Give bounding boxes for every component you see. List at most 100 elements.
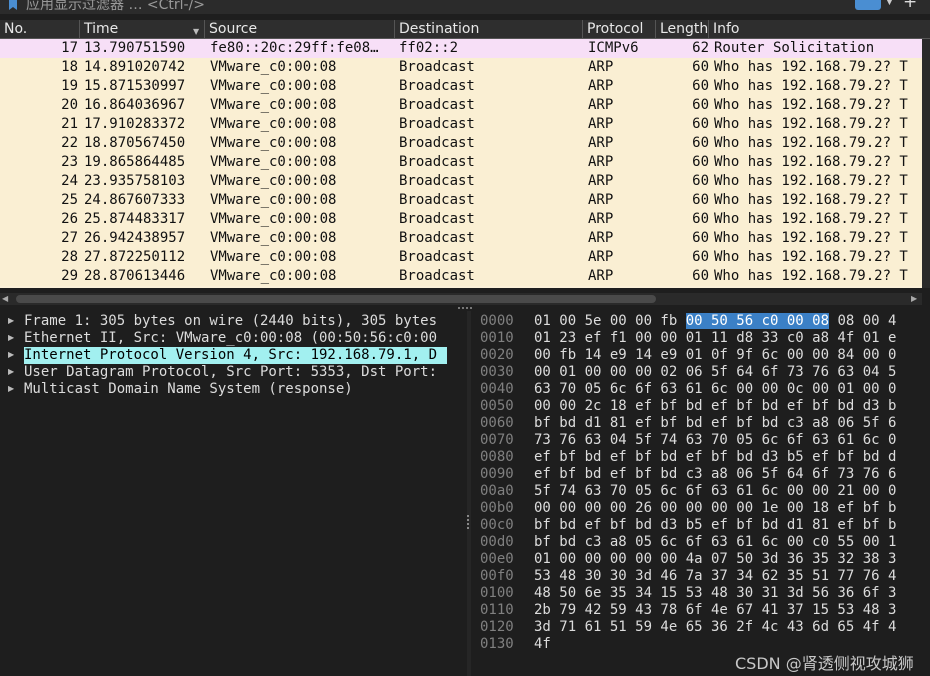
column-destination[interactable]: Destination bbox=[395, 20, 583, 39]
bytes-hex-text: bf bd d1 81 ef bf bd ef bf bd c3 a8 06 5… bbox=[534, 415, 897, 431]
bytes-hex-text: 73 76 63 04 5f 74 63 70 05 6c 6f 63 61 6… bbox=[534, 432, 897, 448]
bytes-row[interactable]: 00b0 00 00 00 00 26 00 00 00 00 1e 00 18 … bbox=[472, 500, 930, 517]
packet-no-cell: 20 bbox=[61, 97, 78, 113]
packet-proto-cell: ARP bbox=[588, 173, 614, 189]
bytes-row[interactable]: 0050 00 00 2c 18 ef bf bd ef bf bd ef bf … bbox=[472, 398, 930, 415]
column-no[interactable]: No. bbox=[0, 20, 80, 39]
packet-row[interactable]: 29 28.870613446 VMware_c0:00:08 Broadcast AR… bbox=[0, 267, 922, 286]
expand-arrow-icon[interactable]: ▶ bbox=[8, 316, 14, 325]
expand-arrow-icon[interactable]: ▶ bbox=[8, 333, 14, 342]
expand-arrow-icon[interactable]: ▶ bbox=[8, 367, 14, 376]
packet-row[interactable]: 25 24.867607333 VMware_c0:00:08 Broadcast AR… bbox=[0, 191, 922, 210]
column-source[interactable]: Source bbox=[205, 20, 395, 39]
packet-info-cell: Who has 192.168.79.2? T bbox=[714, 192, 908, 208]
detail-tree-item[interactable]: ▶ Ethernet II, Src: VMware_c0:00:08 (00:5… bbox=[0, 330, 466, 347]
packet-proto-cell: ICMPv6 bbox=[588, 40, 639, 56]
packet-list-vertical-scrollbar[interactable] bbox=[922, 39, 930, 288]
packet-row[interactable]: 22 18.870567450 VMware_c0:00:08 Broadcast AR… bbox=[0, 134, 922, 153]
bytes-hex: 00 fb 14 e9 14 e9 01 0f 9f 6c 00 00 84 0… bbox=[534, 347, 896, 364]
bytes-hex-text: bf bd c3 a8 05 6c 6f 63 61 6c 00 c0 55 0… bbox=[534, 534, 897, 550]
packet-row[interactable]: 20 16.864036967 VMware_c0:00:08 Broadcast AR… bbox=[0, 96, 922, 115]
bytes-row[interactable]: 00e0 01 00 00 00 00 00 4a 07 50 3d 36 35 … bbox=[472, 551, 930, 568]
bytes-offset: 0110 bbox=[480, 602, 514, 618]
display-filter-input[interactable]: 应用显示过滤器 … <Ctrl-/> bbox=[26, 0, 205, 14]
column-length[interactable]: Length bbox=[656, 20, 709, 39]
packet-row[interactable]: 21 17.910283372 VMware_c0:00:08 Broadcast AR… bbox=[0, 115, 922, 134]
bytes-offset: 0010 bbox=[480, 330, 514, 346]
packet-no-cell: 24 bbox=[61, 173, 78, 189]
bytes-row[interactable]: 0080 ef bf bd ef bf bd ef bf bd d3 b5 ef … bbox=[472, 449, 930, 466]
bytes-row[interactable]: 0010 01 23 ef f1 00 00 01 11 d8 33 c0 a8 … bbox=[472, 330, 930, 347]
packet-proto-cell: ARP bbox=[588, 97, 614, 113]
expand-arrow-icon[interactable]: ▶ bbox=[8, 384, 14, 393]
bytes-hex: 63 70 05 6c 6f 63 61 6c 00 00 0c 00 01 0… bbox=[534, 381, 896, 398]
packet-row[interactable]: 19 15.871530997 VMware_c0:00:08 Broadcast AR… bbox=[0, 77, 922, 96]
bytes-row[interactable]: 0100 48 50 6e 35 34 15 53 48 30 31 3d 56 … bbox=[472, 585, 930, 602]
packet-src-cell: VMware_c0:00:08 bbox=[210, 249, 337, 265]
bytes-hex-text: 01 23 ef f1 00 00 01 11 d8 33 c0 a8 4f 0… bbox=[534, 330, 897, 346]
bytes-row[interactable]: 0020 00 fb 14 e9 14 e9 01 0f 9f 6c 00 00 … bbox=[472, 347, 930, 364]
packet-row[interactable]: 18 14.891020742 VMware_c0:00:08 Broadcast AR… bbox=[0, 58, 922, 77]
packet-row[interactable]: 26 25.874483317 VMware_c0:00:08 Broadcast AR… bbox=[0, 210, 922, 229]
bytes-row[interactable]: 00f0 53 48 30 30 3d 46 7a 37 34 62 35 51 … bbox=[472, 568, 930, 585]
bytes-offset: 00c0 bbox=[480, 517, 514, 533]
packet-row[interactable]: 24 23.935758103 VMware_c0:00:08 Broadcast AR… bbox=[0, 172, 922, 191]
packet-proto-cell: ARP bbox=[588, 116, 614, 132]
packet-dst-cell: Broadcast bbox=[399, 192, 475, 208]
bytes-hex: bf bd ef bf bd d3 b5 ef bf bd d1 81 ef b… bbox=[534, 517, 896, 534]
packet-row[interactable]: 17 13.790751590 fe80::20c:29ff:fe08… ff02::… bbox=[0, 39, 922, 58]
scroll-right-icon[interactable]: ▶ bbox=[911, 293, 917, 305]
bytes-offset: 0080 bbox=[480, 449, 514, 465]
packet-list-horizontal-scrollbar[interactable]: ◀ ▶ bbox=[0, 293, 922, 305]
detail-tree-item[interactable]: ▶ Frame 1: 305 bytes on wire (2440 bits),… bbox=[0, 313, 466, 330]
packet-row[interactable]: 28 27.872250112 VMware_c0:00:08 Broadcast AR… bbox=[0, 248, 922, 267]
scroll-left-icon[interactable]: ◀ bbox=[2, 293, 8, 305]
bytes-offset: 0090 bbox=[480, 466, 514, 482]
packet-dst-cell: ff02::2 bbox=[399, 40, 459, 56]
bytes-row[interactable]: 0040 63 70 05 6c 6f 63 61 6c 00 00 0c 00 … bbox=[472, 381, 930, 398]
packet-len-cell: 60 bbox=[692, 135, 709, 151]
bytes-hex: 00 00 00 00 26 00 00 00 00 1e 00 18 ef b… bbox=[534, 500, 896, 517]
pane-splitter-horizontal[interactable] bbox=[458, 307, 472, 309]
packet-time-cell: 14.891020742 bbox=[84, 59, 186, 75]
bytes-row[interactable]: 0070 73 76 63 04 5f 74 63 70 05 6c 6f 63 … bbox=[472, 432, 930, 449]
detail-tree-item[interactable]: ▶ Multicast Domain Name System (response) bbox=[0, 381, 466, 398]
packet-dst-cell: Broadcast bbox=[399, 268, 475, 284]
pane-splitter-vertical[interactable] bbox=[467, 311, 471, 676]
bytes-row[interactable]: 0000 01 00 5e 00 00 fb 00 50 56 c0 00 08 … bbox=[472, 313, 930, 330]
splitter-grip-icon[interactable] bbox=[467, 515, 470, 529]
packet-row[interactable]: 23 19.865864485 VMware_c0:00:08 Broadcast AR… bbox=[0, 153, 922, 172]
bytes-hex: 48 50 6e 35 34 15 53 48 30 31 3d 56 36 6… bbox=[534, 585, 896, 602]
packet-time-cell: 15.871530997 bbox=[84, 78, 186, 94]
bytes-hex-text: 00 00 00 00 26 00 00 00 00 1e 00 18 ef b… bbox=[534, 500, 897, 516]
bookmark-icon[interactable] bbox=[9, 0, 17, 10]
detail-tree-item[interactable]: ▶ User Datagram Protocol, Src Port: 5353,… bbox=[0, 364, 466, 381]
expand-arrow-icon[interactable]: ▶ bbox=[8, 350, 14, 359]
detail-tree-item[interactable]: ▶ Internet Protocol Version 4, Src: 192.1… bbox=[0, 347, 466, 364]
bytes-row[interactable]: 0110 2b 79 42 59 43 78 6f 4e 67 41 37 15 … bbox=[472, 602, 930, 619]
bytes-row[interactable]: 00d0 bf bd c3 a8 05 6c 6f 63 61 6c 00 c0 … bbox=[472, 534, 930, 551]
packet-no-cell: 18 bbox=[61, 59, 78, 75]
packet-len-cell: 60 bbox=[692, 230, 709, 246]
bytes-row[interactable]: 0030 00 01 00 00 00 02 06 5f 64 6f 73 76 … bbox=[472, 364, 930, 381]
filter-dropdown-icon[interactable]: ▼ bbox=[886, 0, 893, 7]
scroll-thumb[interactable] bbox=[16, 295, 656, 303]
packet-row[interactable]: 27 26.942438957 VMware_c0:00:08 Broadcast AR… bbox=[0, 229, 922, 248]
bytes-hex-text: ef bf bd ef bf bd c3 a8 06 5f 64 6f 73 7… bbox=[534, 466, 897, 482]
bytes-row[interactable]: 00c0 bf bd ef bf bd d3 b5 ef bf bd d1 81 … bbox=[472, 517, 930, 534]
bytes-row[interactable]: 0060 bf bd d1 81 ef bf bd ef bf bd c3 a8 … bbox=[472, 415, 930, 432]
bytes-hex: ef bf bd ef bf bd ef bf bd d3 b5 ef bf b… bbox=[534, 449, 896, 466]
bytes-row[interactable]: 0120 3d 71 61 51 59 4e 65 36 2f 4c 43 6d … bbox=[472, 619, 930, 636]
packet-time-cell: 17.910283372 bbox=[84, 116, 186, 132]
watermark: CSDN @肾透侧视攻城狮 bbox=[735, 654, 914, 673]
add-filter-button-icon[interactable]: + bbox=[903, 0, 917, 12]
bytes-row[interactable]: 00a0 5f 74 63 70 05 6c 6f 63 61 6c 00 00 … bbox=[472, 483, 930, 500]
packet-time-cell: 16.864036967 bbox=[84, 97, 186, 113]
apply-filter-icon[interactable] bbox=[855, 0, 881, 10]
column-protocol[interactable]: Protocol bbox=[583, 20, 656, 39]
bytes-row[interactable]: 0090 ef bf bd ef bf bd c3 a8 06 5f 64 6f … bbox=[472, 466, 930, 483]
column-time[interactable]: Time bbox=[80, 20, 205, 39]
bytes-hex-text: 63 70 05 6c 6f 63 61 6c 00 00 0c 00 01 0… bbox=[534, 381, 897, 397]
bytes-offset: 0030 bbox=[480, 364, 514, 380]
column-info[interactable]: Info bbox=[709, 20, 930, 39]
